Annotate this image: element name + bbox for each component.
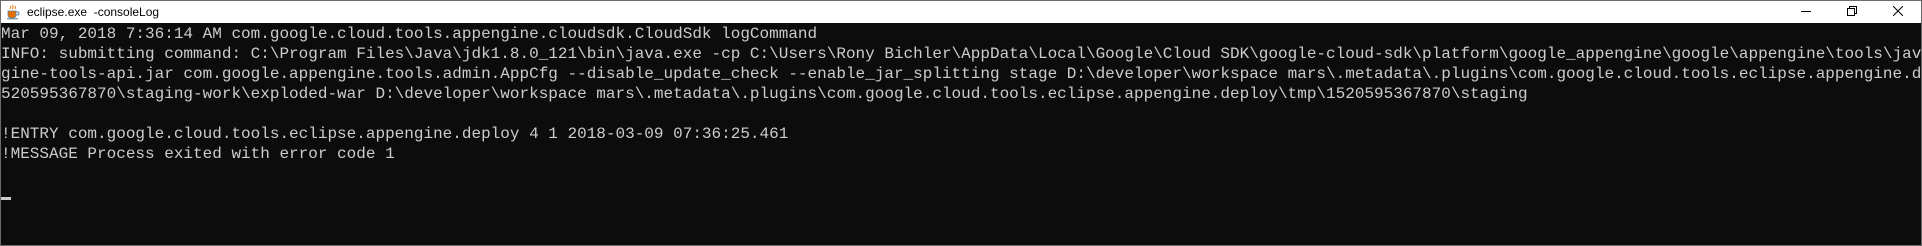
console-window: eclipse.exe -consoleLog Mar 09, 2018 7:3… [0,0,1922,246]
console-line-blank [1,164,1921,184]
console-line: 520595367870\staging-work\exploded-war D… [1,85,1528,103]
console-output[interactable]: Mar 09, 2018 7:36:14 AM com.google.cloud… [1,24,1921,245]
console-line-blank [1,104,1921,124]
console-line: gine-tools-api.jar com.google.appengine.… [1,65,1921,83]
minimize-button[interactable] [1783,1,1829,23]
restore-icon [1847,3,1857,21]
text-cursor [1,197,11,200]
minimize-icon [1801,3,1811,21]
java-cup-icon [5,4,21,20]
prompt-line[interactable] [1,184,1921,204]
window-controls [1783,1,1921,23]
close-button[interactable] [1875,1,1921,23]
console-line: !MESSAGE Process exited with error code … [1,145,395,163]
title-bar[interactable]: eclipse.exe -consoleLog [1,1,1921,23]
console-line: INFO: submitting command: C:\Program Fil… [1,45,1921,63]
window-title: eclipse.exe -consoleLog [27,5,160,19]
close-icon [1892,3,1904,21]
restore-button[interactable] [1829,1,1875,23]
console-line: !ENTRY com.google.cloud.tools.eclipse.ap… [1,125,789,143]
console-line: Mar 09, 2018 7:36:14 AM com.google.cloud… [1,25,818,43]
